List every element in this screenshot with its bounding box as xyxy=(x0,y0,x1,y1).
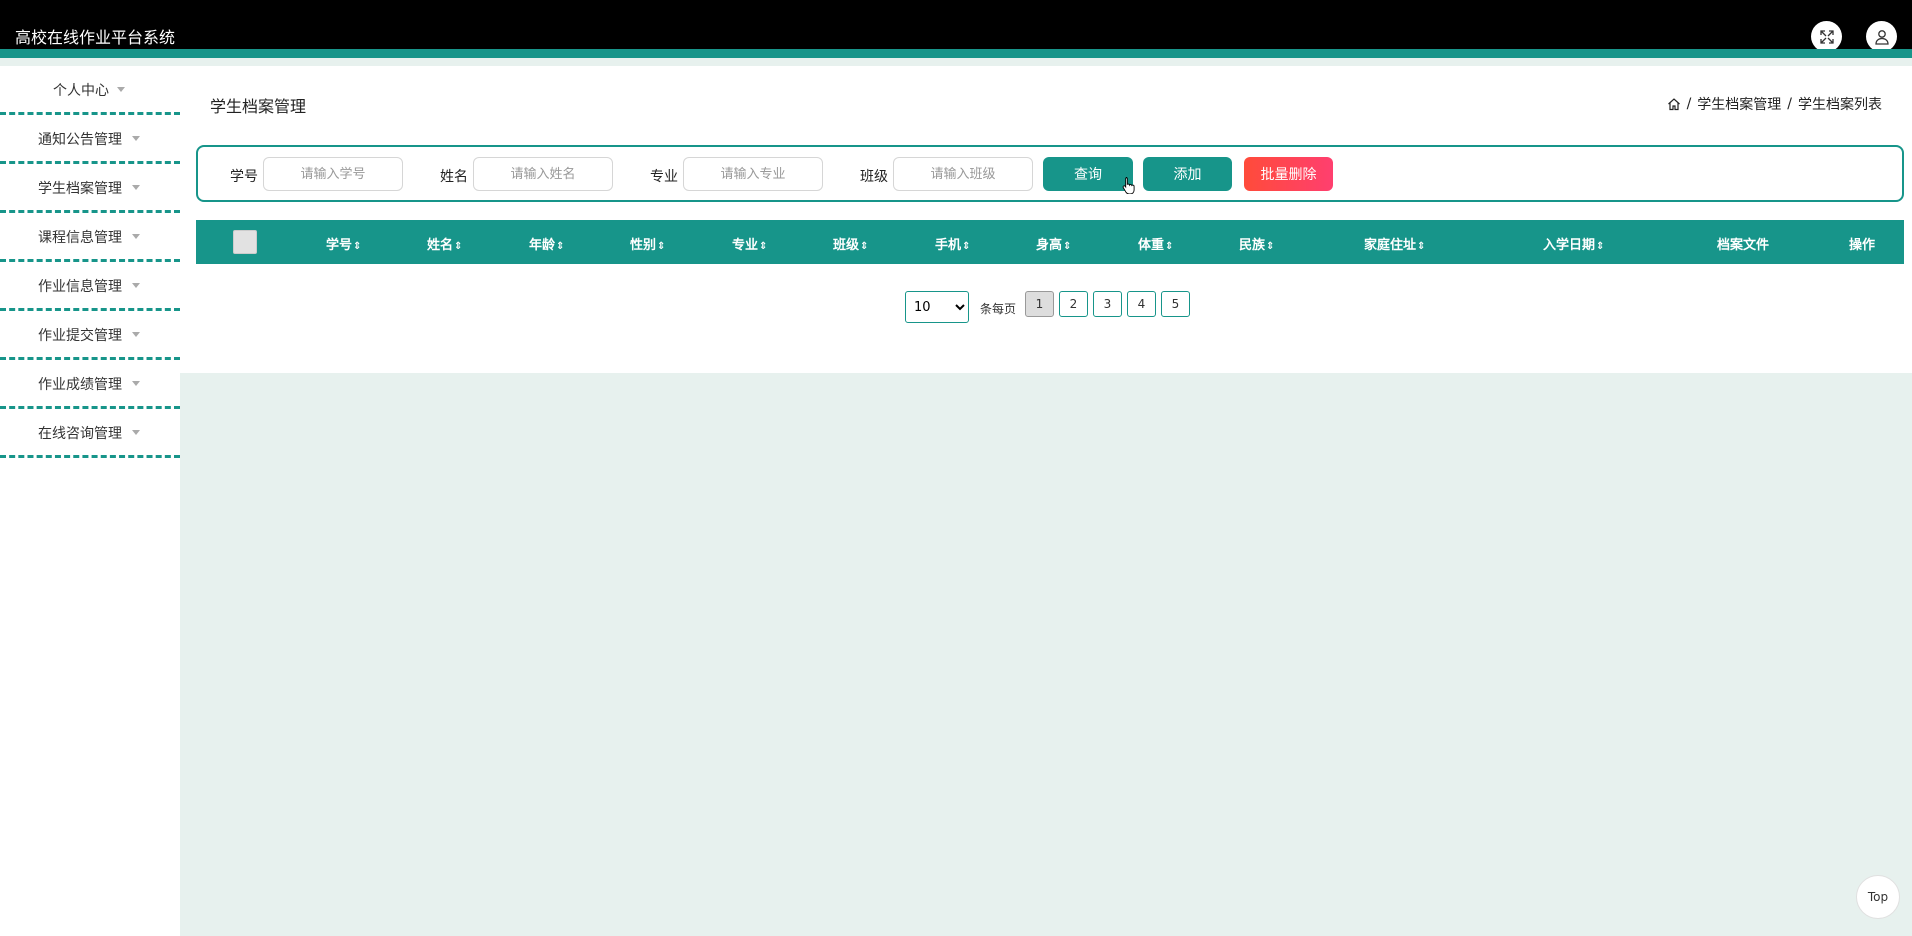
page-button-3[interactable]: 3 xyxy=(1093,291,1122,317)
sidebar-item-notices[interactable]: 通知公告管理 xyxy=(0,115,180,164)
breadcrumb-item-current: 学生档案列表 xyxy=(1798,97,1882,113)
page-button-2[interactable]: 2 xyxy=(1059,291,1088,317)
sidebar: 个人中心 通知公告管理 学生档案管理 课程信息管理 作业信息管理 作业提交管理 … xyxy=(0,66,180,936)
sidebar-item-label: 在线咨询管理 xyxy=(38,426,122,442)
sidebar-item-label: 学生档案管理 xyxy=(38,181,122,197)
major-input[interactable] xyxy=(683,157,823,191)
page-size-select[interactable]: 10 xyxy=(905,291,969,323)
major-label: 专业 xyxy=(650,169,678,185)
caret-down-icon xyxy=(132,136,140,141)
main-panel: 学生档案管理 / 学生档案管理 / 学生档案列表 学号 姓名 专业 班级 查询 … xyxy=(180,66,1912,373)
user-icon xyxy=(1874,29,1889,45)
column-header-address[interactable]: 家庭住址⇕ xyxy=(1364,234,1425,253)
column-header-weight[interactable]: 体重⇕ xyxy=(1138,234,1173,253)
column-header-gender[interactable]: 性别⇕ xyxy=(630,234,665,253)
column-header-actions: 操作 xyxy=(1849,238,1876,253)
caret-down-icon xyxy=(132,430,140,435)
sidebar-item-label: 个人中心 xyxy=(53,83,109,99)
query-button[interactable]: 查询 xyxy=(1043,157,1133,191)
fullscreen-icon xyxy=(1819,29,1834,44)
caret-down-icon xyxy=(117,87,125,92)
column-header-age[interactable]: 年龄⇕ xyxy=(529,234,564,253)
sidebar-item-label: 作业信息管理 xyxy=(38,279,122,295)
sort-icon: ⇕ xyxy=(1165,241,1174,252)
page-button-4[interactable]: 4 xyxy=(1127,291,1156,317)
column-header-phone[interactable]: 手机⇕ xyxy=(935,234,970,253)
sidebar-item-submissions[interactable]: 作业提交管理 xyxy=(0,311,180,360)
sort-icon: ⇕ xyxy=(962,241,971,252)
sort-icon: ⇕ xyxy=(1266,241,1275,252)
sidebar-item-student-files[interactable]: 学生档案管理 xyxy=(0,164,180,213)
caret-down-icon xyxy=(132,283,140,288)
sort-icon: ⇕ xyxy=(556,241,565,252)
caret-down-icon xyxy=(132,234,140,239)
sort-icon: ⇕ xyxy=(454,241,463,252)
page-button-5[interactable]: 5 xyxy=(1161,291,1190,317)
user-button[interactable] xyxy=(1866,21,1897,52)
sidebar-item-label: 课程信息管理 xyxy=(38,230,122,246)
sort-icon: ⇕ xyxy=(860,241,869,252)
sidebar-item-label: 作业成绩管理 xyxy=(38,377,122,393)
app-title: 高校在线作业平台系统 xyxy=(15,28,176,47)
sort-icon: ⇕ xyxy=(353,241,362,252)
add-button[interactable]: 添加 xyxy=(1143,157,1232,191)
sidebar-item-courses[interactable]: 课程信息管理 xyxy=(0,213,180,262)
sort-icon: ⇕ xyxy=(1596,241,1605,252)
breadcrumb: / 学生档案管理 / 学生档案列表 xyxy=(1667,94,1882,114)
column-header-id[interactable]: 学号⇕ xyxy=(326,234,361,253)
breadcrumb-separator: / xyxy=(1686,96,1692,112)
caret-down-icon xyxy=(132,332,140,337)
class-input[interactable] xyxy=(893,157,1033,191)
column-header-enroll-date[interactable]: 入学日期⇕ xyxy=(1543,234,1604,253)
fullscreen-button[interactable] xyxy=(1811,21,1842,52)
class-label: 班级 xyxy=(860,169,888,185)
search-form: 学号 姓名 专业 班级 查询 添加 批量删除 xyxy=(196,145,1904,202)
column-header-class[interactable]: 班级⇕ xyxy=(833,234,868,253)
sidebar-item-consultation[interactable]: 在线咨询管理 xyxy=(0,409,180,458)
table-header: 学号⇕ 姓名⇕ 年龄⇕ 性别⇕ 专业⇕ 班级⇕ 手机⇕ 身高⇕ 体重⇕ 民族⇕ … xyxy=(196,220,1904,264)
breadcrumb-item[interactable]: 学生档案管理 xyxy=(1697,94,1781,114)
caret-down-icon xyxy=(132,185,140,190)
page-button-1[interactable]: 1 xyxy=(1025,291,1054,317)
top-bar-accent xyxy=(0,49,1912,58)
column-header-file: 档案文件 xyxy=(1717,238,1770,253)
back-to-top-button[interactable]: Top xyxy=(1856,875,1900,919)
column-header-height[interactable]: 身高⇕ xyxy=(1036,234,1071,253)
column-header-ethnicity[interactable]: 民族⇕ xyxy=(1239,234,1274,253)
sidebar-item-homework[interactable]: 作业信息管理 xyxy=(0,262,180,311)
sidebar-item-grades[interactable]: 作业成绩管理 xyxy=(0,360,180,409)
batch-delete-button[interactable]: 批量删除 xyxy=(1244,157,1333,191)
sort-icon: ⇕ xyxy=(1063,241,1072,252)
student-id-label: 学号 xyxy=(230,169,258,185)
name-label: 姓名 xyxy=(440,169,468,185)
sort-icon: ⇕ xyxy=(759,241,768,252)
select-all-checkbox[interactable] xyxy=(233,230,257,254)
per-page-label: 条每页 xyxy=(980,302,1017,316)
name-input[interactable] xyxy=(473,157,613,191)
caret-down-icon xyxy=(132,381,140,386)
sidebar-item-label: 作业提交管理 xyxy=(38,328,122,344)
sort-icon: ⇕ xyxy=(657,241,666,252)
column-header-major[interactable]: 专业⇕ xyxy=(732,234,767,253)
top-bar: 高校在线作业平台系统 xyxy=(0,0,1912,58)
breadcrumb-separator: / xyxy=(1787,96,1792,112)
column-header-name[interactable]: 姓名⇕ xyxy=(427,234,462,253)
student-id-input[interactable] xyxy=(263,157,403,191)
pointer-cursor-icon xyxy=(1122,177,1135,194)
page-title: 学生档案管理 xyxy=(210,97,307,116)
sidebar-item-personal-center[interactable]: 个人中心 xyxy=(0,66,180,115)
sort-icon: ⇕ xyxy=(1417,241,1426,252)
home-icon[interactable] xyxy=(1667,97,1681,111)
sidebar-item-label: 通知公告管理 xyxy=(38,132,122,148)
